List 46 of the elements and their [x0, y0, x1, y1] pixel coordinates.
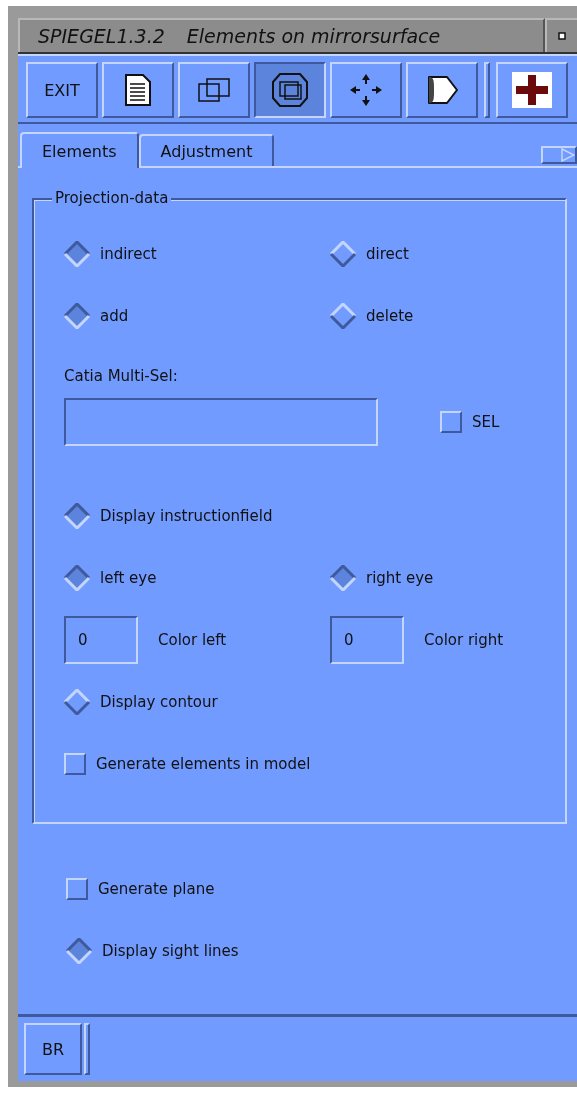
exit-button[interactable]: EXIT	[26, 62, 98, 118]
radio-button[interactable]	[330, 303, 356, 329]
option-label: direct	[366, 245, 409, 263]
option-label: add	[100, 307, 129, 325]
option-label: Display instructionfield	[100, 507, 273, 525]
toolbar-button[interactable]	[254, 62, 326, 118]
radio-button[interactable]	[66, 938, 92, 964]
window-menu-icon[interactable]	[558, 32, 566, 40]
cross-icon	[512, 72, 552, 108]
checkbox[interactable]	[66, 878, 88, 900]
tab-scroll-button[interactable]	[541, 146, 577, 164]
option-label: indirect	[100, 245, 157, 263]
document-icon	[124, 73, 152, 107]
radio-button[interactable]	[330, 241, 356, 267]
radio-button[interactable]	[64, 503, 90, 529]
group-title: Projection-data	[52, 189, 172, 207]
option-label: Generate plane	[98, 880, 215, 898]
tab[interactable]: Elements	[20, 132, 139, 168]
tab[interactable]: Adjustment	[138, 134, 275, 166]
app-title: SPIEGEL1.3.2	[38, 25, 165, 47]
option-label: Generate elements in model	[96, 755, 311, 773]
field-label: Catia Multi-Sel:	[64, 367, 179, 385]
option-label: Display contour	[100, 693, 218, 711]
radio-button[interactable]	[64, 303, 90, 329]
nested-frames-icon	[272, 73, 308, 107]
radio-button[interactable]	[64, 689, 90, 715]
radio-button[interactable]	[64, 565, 90, 591]
field-label: Color right	[424, 631, 505, 649]
frames-icon	[197, 77, 231, 103]
option-label: Display sight lines	[102, 942, 239, 960]
field-label: Color left	[158, 631, 228, 649]
checkbox[interactable]	[440, 411, 462, 433]
window-title: Elements on mirrorsurface	[186, 25, 441, 47]
color-field[interactable]: 0	[330, 616, 404, 664]
shape-icon	[425, 75, 459, 105]
checkbox[interactable]	[64, 753, 86, 775]
move-arrows-icon	[349, 73, 383, 107]
radio-button[interactable]	[330, 565, 356, 591]
option-label: right eye	[366, 569, 434, 587]
option-label: SEL	[472, 413, 500, 431]
br-button[interactable]: BR	[24, 1023, 82, 1075]
radio-button[interactable]	[64, 241, 90, 267]
selection-field[interactable]	[64, 398, 378, 446]
option-label: delete	[366, 307, 414, 325]
option-label: left eye	[100, 569, 157, 587]
color-field[interactable]: 0	[64, 616, 138, 664]
